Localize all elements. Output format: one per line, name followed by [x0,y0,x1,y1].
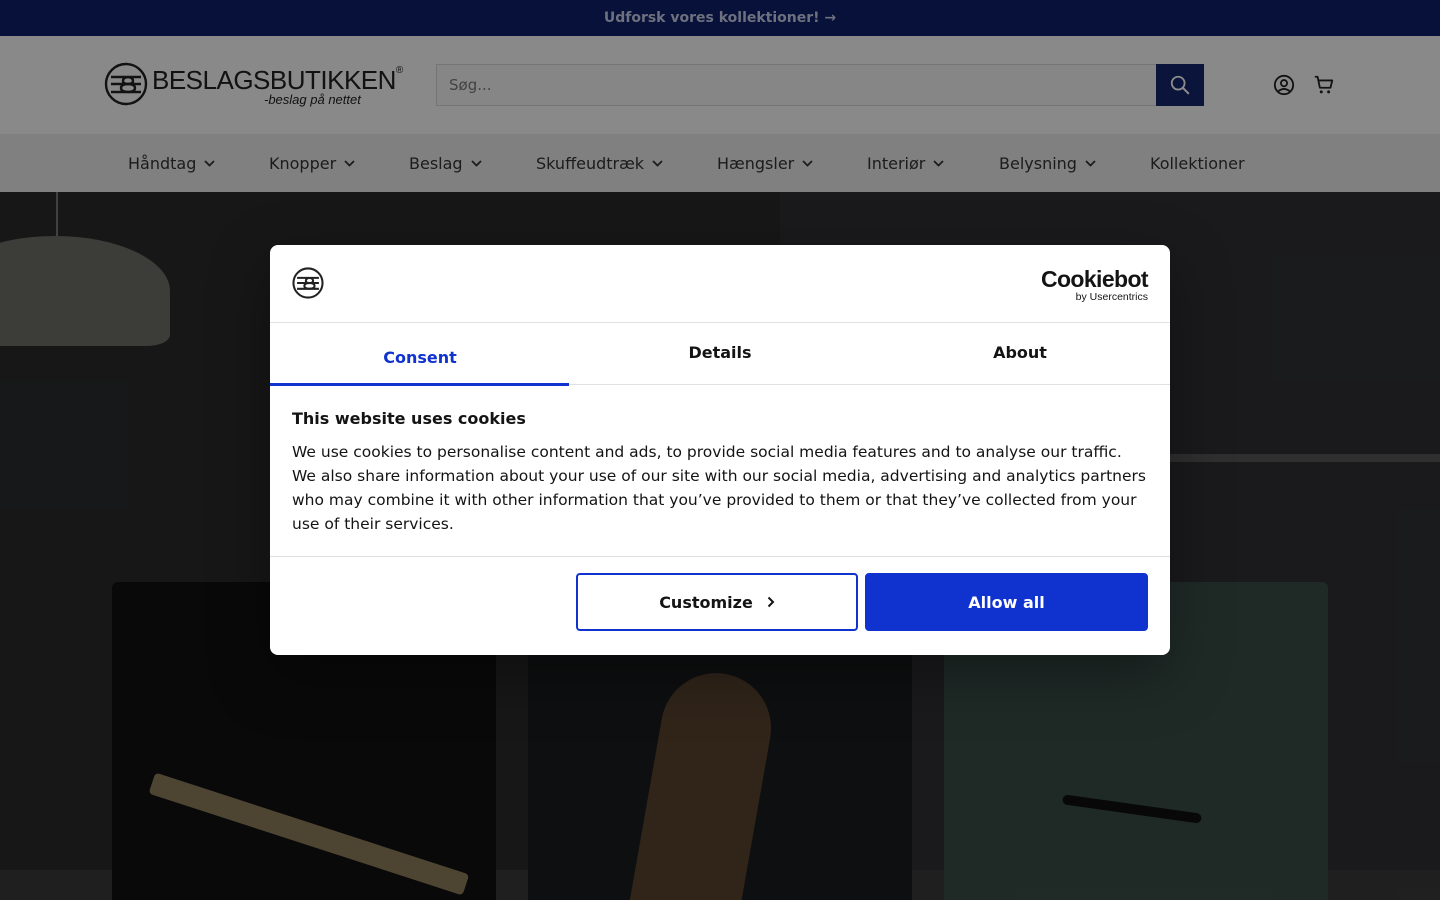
active-tab-indicator [270,383,569,386]
tab-label: Consent [383,347,457,367]
dialog-body: This website uses cookies We use cookies… [292,409,1148,536]
dialog-header: Cookiebot by Usercentrics [270,245,1170,323]
dialog-description: We use cookies to personalise content an… [292,443,1146,533]
cookie-consent-dialog: Cookiebot by Usercentrics Consent Detail… [270,245,1170,655]
tab-label: Details [688,342,752,362]
customize-button[interactable]: Customize [576,573,858,631]
customize-label: Customize [659,592,753,612]
tab-about[interactable]: About [870,323,1170,385]
dialog-footer: Customize Allow all [270,556,1170,655]
cookiebot-by-line: by Usercentrics [1075,291,1148,303]
tab-label: About [993,342,1047,362]
chevron-right-icon [767,596,775,608]
cookiebot-name: Cookiebot [1040,266,1149,292]
dialog-tabs: Consent Details About [270,323,1170,386]
tab-consent[interactable]: Consent [270,323,570,386]
dialog-title: This website uses cookies [292,409,526,428]
allow-all-button[interactable]: Allow all [865,573,1148,631]
cookiebot-logo[interactable]: Cookiebot by Usercentrics [1040,266,1149,303]
tab-details[interactable]: Details [570,323,870,385]
site-logo-mark-icon [292,267,324,299]
